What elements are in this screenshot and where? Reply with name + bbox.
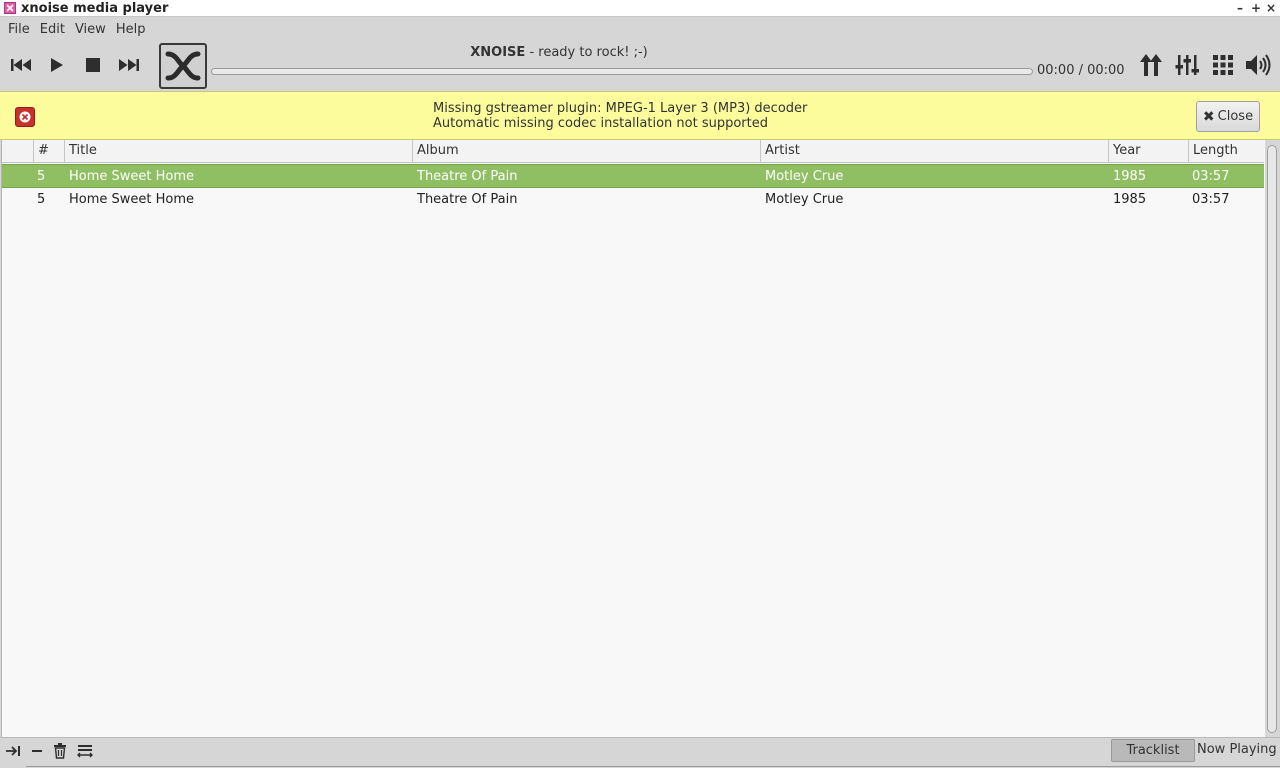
tracklist-scrollbar[interactable]: [1265, 140, 1280, 737]
track-year: 1985: [1113, 192, 1147, 207]
close-label: Close: [1217, 109, 1254, 124]
xnoise-logo-icon: [165, 51, 201, 81]
next-track-button[interactable]: [117, 56, 141, 74]
status-text: - ready to rock! ;-): [525, 45, 648, 60]
close-icon: ✖: [1202, 108, 1215, 125]
arrow-to-line-icon: [6, 746, 20, 756]
track-title: Home Sweet Home: [69, 192, 195, 207]
infobar-message: Missing gstreamer plugin: MPEG-1 Layer 3…: [433, 101, 807, 131]
track-row[interactable]: 5 Home Sweet Home Theatre Of Pain Motley…: [2, 164, 1264, 188]
menu-file[interactable]: File: [8, 22, 38, 37]
xnoise-logo[interactable]: [159, 43, 207, 89]
column-header-year[interactable]: Year: [1108, 140, 1188, 162]
infobar-line-1: Missing gstreamer plugin: MPEG-1 Layer 3…: [433, 101, 808, 116]
next-icon: [119, 59, 139, 71]
play-icon: [51, 58, 63, 72]
menu-view[interactable]: View: [75, 22, 114, 37]
stop-icon: [86, 58, 100, 72]
menu-edit[interactable]: Edit: [40, 22, 73, 37]
infobar-close-button[interactable]: ✖ Close: [1196, 101, 1260, 132]
previous-track-button[interactable]: [9, 56, 33, 74]
clear-tracklist-button[interactable]: [51, 742, 69, 760]
time-display: 00:00 / 00:00: [1037, 63, 1125, 78]
player-toolbar: XNOISE - ready to rock! ;-) 00:00 / 00:0…: [0, 41, 1280, 91]
close-window-icon[interactable]: ×: [1266, 0, 1276, 17]
equalizer-icon: [1175, 55, 1199, 75]
menu-bar: File Edit View Help: [0, 17, 1280, 41]
repeat-mode-button[interactable]: [1138, 52, 1164, 78]
track-title: Home Sweet Home: [69, 169, 195, 184]
arrows-up-icon: [1140, 54, 1162, 76]
track-length: 03:57: [1192, 169, 1230, 184]
player-status: XNOISE - ready to rock! ;-): [212, 45, 906, 60]
window-controls: – + ×: [1236, 0, 1276, 17]
stop-button[interactable]: [83, 56, 103, 74]
track-year: 1985: [1113, 169, 1147, 184]
missing-codec-infobar: Missing gstreamer plugin: MPEG-1 Layer 3…: [0, 91, 1280, 140]
app-icon: [4, 2, 16, 14]
track-album: Theatre Of Pain: [417, 169, 518, 184]
error-icon: [15, 107, 35, 127]
seek-bar[interactable]: [211, 68, 1033, 75]
trash-icon: [54, 743, 66, 759]
track-row[interactable]: 5 Home Sweet Home Theatre Of Pain Motley…: [2, 188, 1264, 212]
column-header-number[interactable]: #: [33, 140, 64, 162]
tab-now-playing[interactable]: Now Playing: [1197, 739, 1277, 762]
column-options-button[interactable]: [76, 742, 94, 760]
track-number: 5: [37, 169, 46, 184]
window-title: xnoise media player: [21, 0, 169, 16]
column-header-album[interactable]: Album: [412, 140, 760, 162]
maximize-icon[interactable]: +: [1251, 0, 1261, 17]
tracklist-view[interactable]: # Title Album Artist Year Length 5 Home …: [1, 140, 1265, 737]
scrollbar-thumb[interactable]: [1267, 145, 1277, 733]
tab-tracklist[interactable]: Tracklist: [1111, 739, 1195, 762]
video-view-button[interactable]: [1210, 52, 1236, 78]
volume-icon: [1246, 54, 1271, 76]
add-to-tracklist-button[interactable]: [4, 742, 22, 760]
volume-button[interactable]: [1244, 52, 1272, 78]
column-header-title[interactable]: Title: [64, 140, 412, 162]
grid-icon: [1213, 55, 1233, 75]
track-artist: Motley Crue: [765, 169, 844, 184]
column-header-icon[interactable]: [2, 140, 33, 162]
bottom-toolbar: Tracklist Now Playing: [0, 737, 1280, 768]
infobar-line-2: Automatic missing codec installation not…: [433, 116, 768, 131]
play-button[interactable]: [47, 54, 67, 76]
app-name-label: XNOISE: [470, 45, 526, 60]
list-options-icon: [77, 745, 93, 758]
column-header-length[interactable]: Length: [1188, 140, 1264, 162]
track-album: Theatre Of Pain: [417, 192, 518, 207]
previous-icon: [11, 59, 31, 71]
tracklist-header: # Title Album Artist Year Length: [2, 140, 1264, 163]
minimize-icon[interactable]: –: [1236, 0, 1244, 17]
track-number: 5: [37, 192, 46, 207]
track-length: 03:57: [1192, 192, 1230, 207]
remove-track-button[interactable]: [28, 742, 46, 760]
column-header-artist[interactable]: Artist: [760, 140, 1108, 162]
equalizer-button[interactable]: [1174, 52, 1200, 78]
track-artist: Motley Crue: [765, 192, 844, 207]
menu-help[interactable]: Help: [116, 22, 154, 37]
minus-icon: [32, 750, 42, 752]
bottom-divider: [26, 766, 1280, 767]
window-titlebar: xnoise media player – + ×: [0, 0, 1280, 17]
